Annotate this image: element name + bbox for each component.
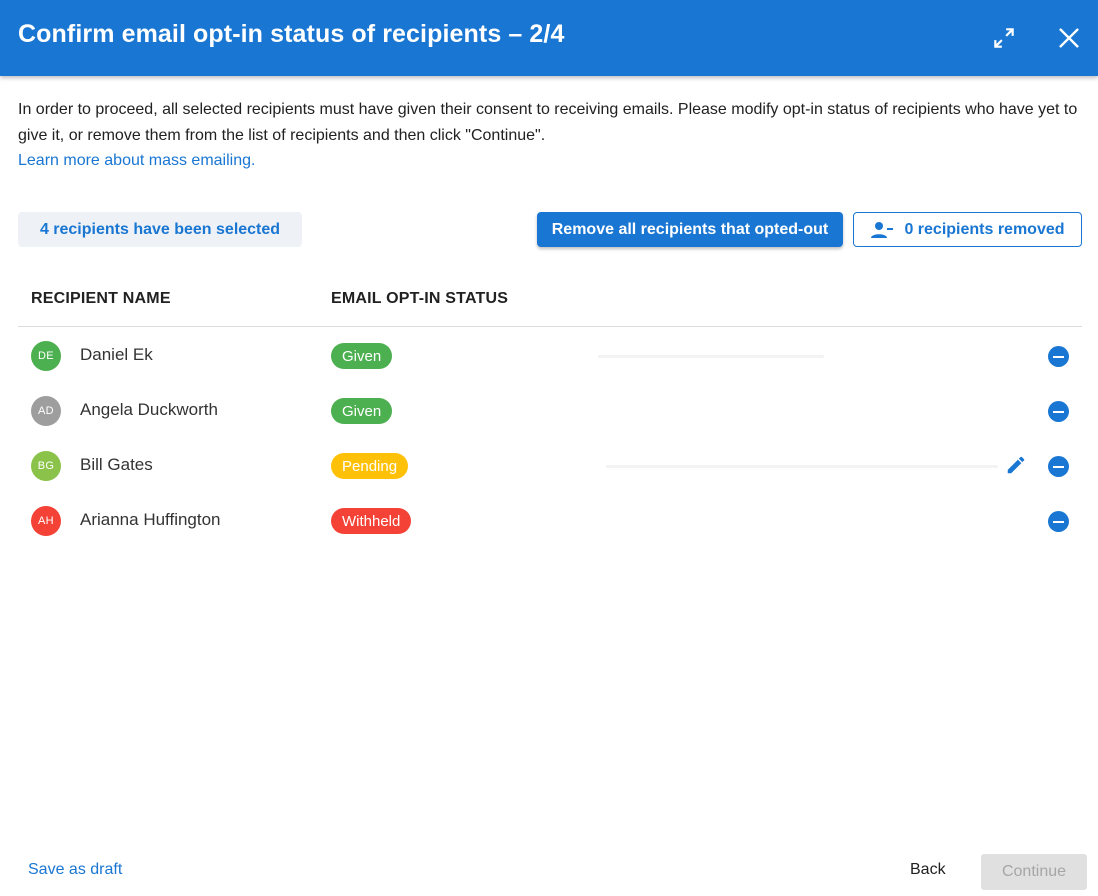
dialog-title: Confirm email opt-in status of recipient…	[18, 20, 565, 48]
selected-count-chip: 4 recipients have been selected	[18, 212, 302, 247]
remove-recipient-button[interactable]	[1048, 346, 1069, 367]
pencil-icon	[1007, 456, 1025, 474]
status-badge: Withheld	[331, 508, 412, 534]
close-button[interactable]	[1053, 22, 1085, 54]
recipient-name: Angela Duckworth	[80, 400, 218, 419]
avatar: DE	[31, 341, 61, 371]
recipient-name: Arianna Huffington	[80, 510, 221, 529]
column-header-email-opt-in-status: EMAIL OPT-IN STATUS	[331, 290, 509, 307]
avatar: AH	[31, 506, 61, 536]
column-header-recipient-name: RECIPIENT NAME	[31, 290, 171, 307]
table-row: DE Daniel Ek Given	[18, 328, 1082, 383]
edit-status-button[interactable]	[1005, 454, 1027, 476]
dialog-header: Confirm email opt-in status of recipient…	[0, 0, 1098, 76]
table-row: BG Bill Gates Pending	[18, 438, 1082, 493]
status-badge: Given	[331, 343, 393, 369]
avatar: BG	[31, 451, 61, 481]
recipients-removed-label: 0 recipients removed	[904, 220, 1065, 238]
expand-button[interactable]	[988, 22, 1020, 54]
remove-recipient-button[interactable]	[1048, 401, 1069, 422]
table-header-divider	[18, 326, 1082, 327]
recipient-name: Daniel Ek	[80, 345, 153, 364]
status-badge: Pending	[331, 453, 409, 479]
back-button[interactable]: Back	[910, 861, 946, 879]
close-icon	[1059, 28, 1079, 48]
row-divider-faint	[606, 465, 998, 468]
save-as-draft-button[interactable]: Save as draft	[28, 861, 122, 879]
intro-text: In order to proceed, all selected recipi…	[18, 101, 1078, 144]
learn-more-link[interactable]: Learn more about mass emailing.	[18, 149, 255, 173]
continue-button[interactable]: Continue	[981, 854, 1087, 890]
recipients-removed-button[interactable]: 0 recipients removed	[853, 212, 1082, 247]
remove-recipient-button[interactable]	[1048, 456, 1069, 477]
table-row: AH Arianna Huffington Withheld	[18, 493, 1082, 548]
remove-opted-out-button[interactable]: Remove all recipients that opted-out	[537, 212, 843, 247]
expand-icon	[994, 28, 1014, 48]
recipient-name: Bill Gates	[80, 455, 153, 474]
status-badge: Given	[331, 398, 393, 424]
row-divider-faint	[598, 355, 824, 358]
avatar: AD	[31, 396, 61, 426]
remove-recipient-button[interactable]	[1048, 511, 1069, 532]
table-row: AD Angela Duckworth Given	[18, 383, 1082, 438]
person-remove-icon	[871, 221, 894, 238]
